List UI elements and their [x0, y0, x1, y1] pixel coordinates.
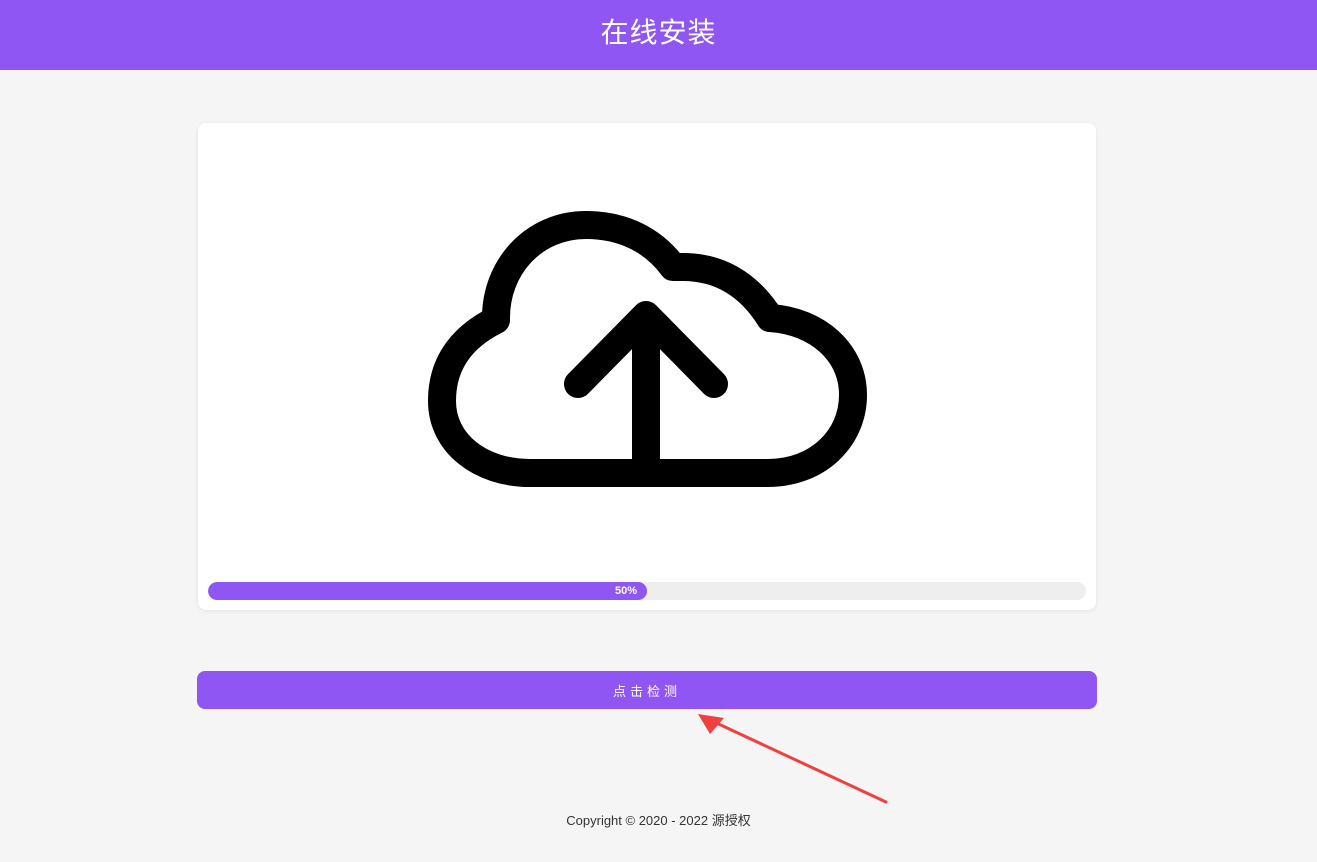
- red-arrow-icon: [698, 714, 888, 804]
- install-progress-fill: 50%: [208, 582, 647, 600]
- footer-copyright: Copyright © 2020 - 2022 源授权: [566, 813, 751, 828]
- install-progress-bar: 50%: [208, 582, 1086, 600]
- upload-card: 50%: [198, 123, 1096, 610]
- check-button[interactable]: 点击检测: [197, 671, 1097, 709]
- top-header-bar: 在线安装: [0, 0, 1317, 70]
- page-title: 在线安装: [600, 16, 717, 49]
- cloud-upload-icon: [428, 211, 867, 487]
- progress-percent-label: 50%: [614, 585, 637, 597]
